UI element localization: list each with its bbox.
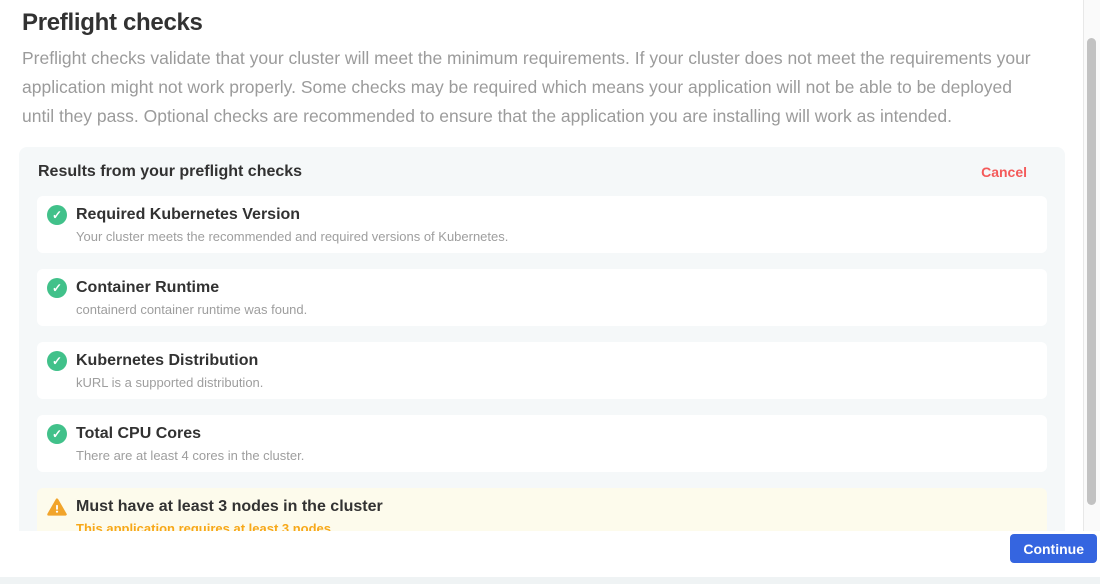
page-background-strip — [0, 577, 1100, 584]
check-circle-icon: ✓ — [47, 351, 67, 371]
check-title: Total CPU Cores — [76, 424, 304, 444]
check-message: This application requires at least 3 nod… — [76, 521, 383, 531]
preflight-content: Preflight checks Preflight checks valida… — [0, 0, 1083, 531]
results-card-title: Results from your preflight checks — [38, 163, 302, 181]
check-message: There are at least 4 cores in the cluste… — [76, 448, 304, 463]
vertical-scrollbar-track[interactable] — [1083, 0, 1100, 531]
action-footer: Continue — [0, 531, 1100, 577]
check-text: Must have at least 3 nodes in the cluste… — [76, 497, 383, 531]
continue-button[interactable]: Continue — [1010, 534, 1097, 563]
preflight-results-card: Results from your preflight checks Cance… — [19, 147, 1065, 531]
warning-triangle-icon — [47, 497, 67, 517]
check-text: Container Runtime containerd container r… — [76, 278, 307, 317]
check-circle-icon: ✓ — [47, 205, 67, 225]
results-card-header: Results from your preflight checks Cance… — [38, 163, 1047, 181]
check-text: Total CPU Cores There are at least 4 cor… — [76, 424, 304, 463]
vertical-scrollbar-thumb[interactable] — [1087, 38, 1096, 505]
cancel-link[interactable]: Cancel — [981, 164, 1027, 180]
check-text: Kubernetes Distribution kURL is a suppor… — [76, 351, 263, 390]
check-title: Kubernetes Distribution — [76, 351, 263, 371]
preflight-check-row: ✓ Kubernetes Distribution kURL is a supp… — [37, 342, 1047, 399]
preflight-check-row: ✓ Total CPU Cores There are at least 4 c… — [37, 415, 1047, 472]
check-title: Must have at least 3 nodes in the cluste… — [76, 497, 383, 517]
check-message: Your cluster meets the recommended and r… — [76, 229, 508, 244]
preflight-check-row: Must have at least 3 nodes in the cluste… — [37, 488, 1047, 531]
preflight-checks-list: ✓ Required Kubernetes Version Your clust… — [37, 196, 1047, 531]
check-title: Container Runtime — [76, 278, 307, 298]
page-title: Preflight checks — [22, 9, 1083, 37]
preflight-scroll-area: Preflight checks Preflight checks valida… — [0, 0, 1100, 531]
check-text: Required Kubernetes Version Your cluster… — [76, 205, 508, 244]
check-message: kURL is a supported distribution. — [76, 375, 263, 390]
preflight-check-row: ✓ Required Kubernetes Version Your clust… — [37, 196, 1047, 253]
page-description: Preflight checks validate that your clus… — [22, 44, 1044, 131]
check-message: containerd container runtime was found. — [76, 302, 307, 317]
check-circle-icon: ✓ — [47, 278, 67, 298]
check-circle-icon: ✓ — [47, 424, 67, 444]
check-title: Required Kubernetes Version — [76, 205, 508, 225]
preflight-check-row: ✓ Container Runtime containerd container… — [37, 269, 1047, 326]
